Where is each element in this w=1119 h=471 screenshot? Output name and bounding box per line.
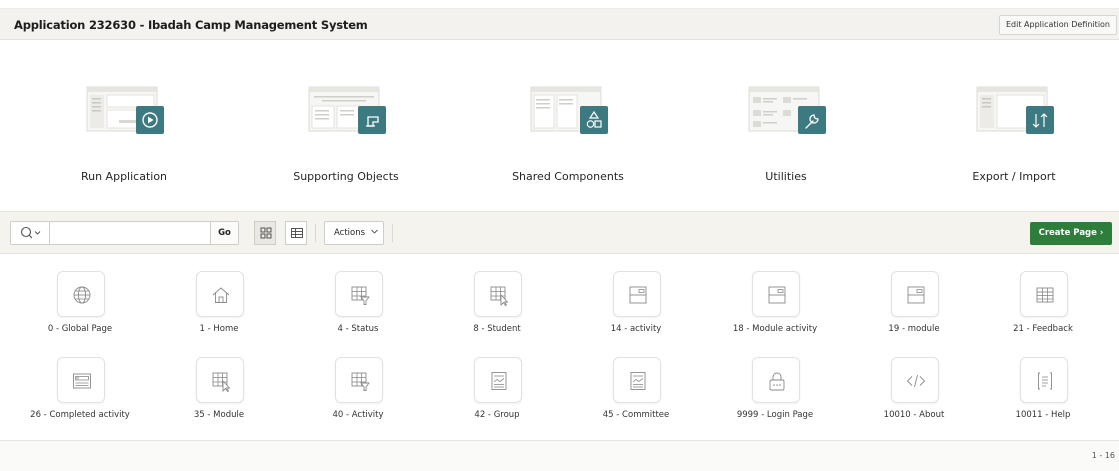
page-toolbar: Go Actions Create Page › [0, 211, 1119, 254]
go-button[interactable]: Go [210, 222, 238, 244]
report-view-button[interactable] [285, 221, 307, 245]
page-card[interactable]: 9999 - Login Page [706, 341, 844, 427]
page-card[interactable]: 40 - Activity [289, 341, 427, 427]
form-icon [768, 286, 786, 304]
chevron-right-icon: › [1099, 228, 1104, 238]
pagination-footer: 1 - 16 [0, 440, 1119, 471]
page-card[interactable]: 35 - Module [150, 341, 288, 427]
globe-icon [73, 286, 91, 304]
chevron-down-icon [370, 229, 378, 234]
page-label: 35 - Module [193, 410, 245, 420]
lock-icon [769, 372, 785, 391]
page-card[interactable]: 10011 - Help [974, 341, 1112, 427]
page-card[interactable]: 21 - Feedback [974, 255, 1112, 341]
page-card[interactable]: 14 - activity [567, 255, 705, 341]
page-card[interactable]: 19 - module [845, 255, 983, 341]
utilities-illustration [748, 86, 826, 134]
grid-filter-icon [351, 372, 370, 391]
page-label: 1 - Home [199, 324, 239, 334]
tile-label: Supporting Objects [293, 170, 399, 183]
tile-label: Export / Import [972, 170, 1056, 183]
application-tiles: Run Application Supporting Objects Share… [0, 41, 1119, 211]
page-title: Application 232630 - Ibadah Camp Managem… [14, 18, 368, 32]
shared-components-illustration [530, 86, 608, 134]
page-label: 4 - Status [337, 324, 379, 334]
table-view-icon [291, 228, 303, 238]
install-icon [358, 106, 386, 134]
page-label: 18 - Module activity [732, 324, 818, 334]
pages-grid: 0 - Global Page 1 - Home 4 - Status 8 - … [0, 255, 1119, 441]
supporting-objects-illustration [308, 86, 386, 134]
edit-application-definition-button[interactable]: Edit Application Definition [998, 15, 1117, 35]
page-card[interactable]: 45 - Committee [567, 341, 705, 427]
home-icon [212, 287, 230, 303]
tile-run-application[interactable]: Run Application [24, 41, 224, 211]
search-input[interactable] [51, 222, 221, 244]
page-label: 19 - module [888, 324, 940, 334]
export-import-illustration [976, 86, 1054, 134]
page-label: 45 - Committee [602, 410, 670, 420]
page-label: 0 - Global Page [47, 324, 113, 334]
tile-export-import[interactable]: Export / Import [914, 41, 1114, 211]
icon-view-button[interactable] [254, 221, 276, 245]
form-icon [907, 286, 925, 304]
search-form-icon [73, 373, 91, 389]
search-icon [20, 226, 33, 239]
actions-menu-button[interactable]: Actions [324, 221, 384, 245]
pagination-count: 1 - 16 [1091, 451, 1115, 460]
page-card[interactable]: 10010 - About [845, 341, 983, 427]
code-icon [906, 374, 926, 388]
page-label: 10010 - About [883, 410, 945, 420]
document-chart-icon [630, 372, 646, 390]
page-label: 40 - Activity [332, 410, 384, 420]
page-label: 8 - Student [473, 324, 521, 334]
grid-cursor-icon [212, 372, 231, 392]
page-label: 42 - Group [474, 410, 520, 420]
app-header: Application 232630 - Ibadah Camp Managem… [0, 8, 1119, 40]
form-icon [629, 286, 647, 304]
toolbar-divider [392, 224, 393, 242]
page-card[interactable]: 18 - Module activity [706, 255, 844, 341]
tile-shared-components[interactable]: Shared Components [468, 41, 668, 211]
chevron-down-icon [34, 231, 41, 235]
transfer-icon [1026, 106, 1054, 134]
run-application-illustration [86, 86, 164, 134]
tile-label: Run Application [80, 170, 168, 183]
page-card[interactable]: 4 - Status [289, 255, 427, 341]
table-icon [1036, 287, 1054, 303]
page-label: 9999 - Login Page [736, 410, 814, 420]
search-group: Go [10, 221, 239, 245]
shapes-icon [580, 106, 608, 134]
page-label: 14 - activity [610, 324, 662, 334]
search-options-button[interactable] [11, 222, 50, 244]
grid-filter-icon [351, 286, 370, 305]
grid-cursor-icon [490, 286, 509, 306]
tile-supporting-objects[interactable]: Supporting Objects [246, 41, 446, 211]
page-card[interactable]: 26 - Completed activity [11, 341, 149, 427]
tile-label: Utilities [765, 170, 807, 183]
page-card[interactable]: 42 - Group [428, 341, 566, 427]
top-strip [0, 0, 1119, 8]
page-card[interactable]: 8 - Student [428, 255, 566, 341]
wrench-icon [798, 106, 826, 134]
tile-utilities[interactable]: Utilities [686, 41, 886, 211]
help-doc-icon [1038, 372, 1052, 390]
actions-label: Actions [334, 228, 366, 238]
create-page-button[interactable]: Create Page › [1030, 222, 1112, 245]
toolbar-divider [315, 224, 316, 242]
grid-view-icon [260, 227, 272, 239]
tile-label: Shared Components [512, 170, 624, 183]
page-label: 21 - Feedback [1013, 324, 1073, 334]
page-label: 10011 - Help [1015, 410, 1071, 420]
page-card[interactable]: 1 - Home [150, 255, 288, 341]
create-page-label: Create Page [1038, 228, 1097, 238]
document-chart-icon [491, 372, 507, 390]
page-card[interactable]: 0 - Global Page [11, 255, 149, 341]
page-label: 26 - Completed activity [30, 410, 130, 420]
